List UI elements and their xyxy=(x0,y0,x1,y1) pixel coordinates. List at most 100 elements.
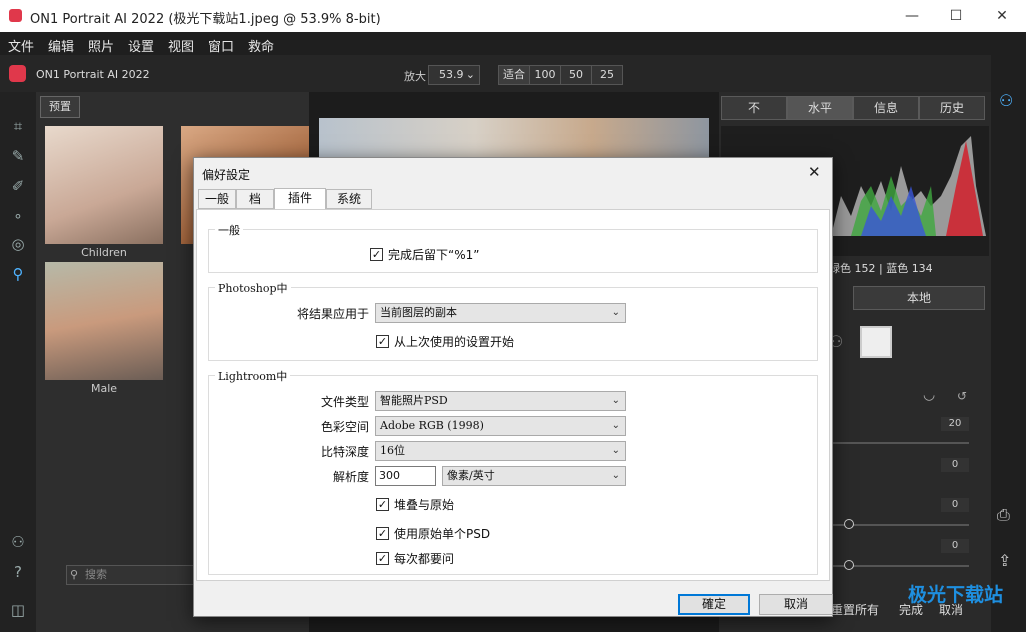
zoom-value: 53.9 xyxy=(439,68,464,81)
tab-system[interactable]: 系统 xyxy=(326,189,372,209)
print-icon[interactable]: ⎙ xyxy=(997,505,1010,525)
tab-none[interactable]: 不 xyxy=(721,96,787,120)
color-space-value: Adobe RGB (1998) xyxy=(380,419,484,432)
preset-thumbnail[interactable] xyxy=(45,126,163,244)
app-logo-icon xyxy=(9,9,22,22)
close-window-button[interactable]: ✕ xyxy=(988,4,1016,28)
start-last-label: 从上次使用的设置开始 xyxy=(394,335,515,349)
blemish-icon[interactable]: ∘ xyxy=(8,206,28,226)
zoom-50-button[interactable]: 50 xyxy=(560,65,592,85)
menu-view[interactable]: 视图 xyxy=(168,36,194,55)
menu-photo[interactable]: 照片 xyxy=(88,36,114,55)
photoshop-group-label: Photoshop中 xyxy=(215,280,291,296)
single-psd-checkbox[interactable]: ✓ xyxy=(376,527,389,540)
retouch-brush-icon[interactable]: ✐ xyxy=(8,176,28,196)
chevron-down-icon: ⌄ xyxy=(611,470,620,481)
tab-local[interactable]: 本地 xyxy=(853,286,985,310)
color-space-select[interactable]: Adobe RGB (1998) ⌄ xyxy=(375,416,626,436)
tab-levels[interactable]: 水平 xyxy=(787,96,853,120)
search-input[interactable]: 搜索 xyxy=(66,565,196,585)
lightroom-group-label: Lightroom中 xyxy=(215,368,291,384)
color-space-label: 色彩空间 xyxy=(321,420,370,434)
menu-settings[interactable]: 设置 xyxy=(128,36,154,55)
thumbnail-caption: Male xyxy=(90,382,118,395)
zoom-dropdown[interactable]: 53.9 ⌄ xyxy=(428,65,480,85)
chevron-down-icon: ⌄ xyxy=(611,395,620,406)
reset-all-button[interactable]: 重置所有 xyxy=(831,601,879,618)
face-tool-icon[interactable]: ⚲ xyxy=(8,264,28,284)
export-icon[interactable]: ⇪ xyxy=(998,551,1011,570)
bit-depth-label: 比特深度 xyxy=(321,445,370,459)
app-logo-icon xyxy=(9,65,26,82)
tab-general[interactable]: 一般 xyxy=(198,189,236,209)
zoom-fit-button[interactable]: 适合 xyxy=(498,65,530,85)
chevron-down-icon: ⌄ xyxy=(611,445,620,456)
title-bar: ON1 Portrait AI 2022 (极光下载站1.jpeg @ 53.9… xyxy=(0,0,1026,32)
chevron-down-icon: ⌄ xyxy=(611,307,620,318)
file-type-label: 文件类型 xyxy=(321,395,370,409)
single-psd-label: 使用原始单个PSD xyxy=(394,527,491,541)
slider-handle[interactable] xyxy=(844,519,854,529)
apply-to-select[interactable]: 当前图层的副本 ⌄ xyxy=(375,303,626,323)
resolution-unit-select[interactable]: 像素/英寸 ⌄ xyxy=(442,466,626,486)
tab-plugins[interactable]: 插件 xyxy=(274,188,326,210)
menu-bar: 文件 编辑 照片 设置 视图 窗口 救命 xyxy=(0,32,1026,55)
minimize-button[interactable]: — xyxy=(898,4,926,28)
user-account-icon[interactable]: ⚇ xyxy=(999,91,1013,110)
file-type-select[interactable]: 智能照片PSD ⌄ xyxy=(375,391,626,411)
slider-value[interactable]: 0 xyxy=(941,458,969,472)
slider-handle[interactable] xyxy=(844,560,854,570)
lips-icon: ◡ xyxy=(923,387,936,403)
ok-button[interactable]: 確定 xyxy=(678,594,750,615)
tab-info[interactable]: 信息 xyxy=(853,96,919,120)
resolution-label: 解析度 xyxy=(333,470,370,484)
menu-edit[interactable]: 编辑 xyxy=(48,36,74,55)
photo-preview xyxy=(319,118,709,158)
tab-history[interactable]: 历史 xyxy=(919,96,985,120)
slider-value[interactable]: 0 xyxy=(941,498,969,512)
slider-value[interactable]: 0 xyxy=(941,539,969,553)
maximize-button[interactable]: ☐ xyxy=(942,4,970,28)
close-icon[interactable]: ✕ xyxy=(808,163,821,181)
face-thumbnail[interactable] xyxy=(860,326,892,358)
apply-to-value: 当前图层的副本 xyxy=(380,306,457,319)
reset-icon[interactable]: ↺ xyxy=(957,389,967,403)
color-readout: 绿色 152 | 蓝色 134 xyxy=(829,262,933,275)
file-type-value: 智能照片PSD xyxy=(380,394,448,407)
top-toolbar: ON1 Portrait AI 2022 放大 53.9 ⌄ 适合 100 50 … xyxy=(0,55,1026,92)
dialog-title: 偏好設定 xyxy=(202,168,251,182)
zoom-25-button[interactable]: 25 xyxy=(591,65,623,85)
fingerprint-icon[interactable]: ◎ xyxy=(8,234,28,254)
slider-track[interactable] xyxy=(833,442,969,444)
panel-toggle-icon[interactable]: ◫ xyxy=(8,600,28,620)
preset-thumbnail[interactable] xyxy=(45,262,163,380)
menu-window[interactable]: 窗口 xyxy=(208,36,234,55)
zoom-label: 放大 xyxy=(404,70,426,83)
start-last-checkbox[interactable]: ✓ xyxy=(376,335,389,348)
ask-every-label: 每次都要问 xyxy=(394,552,455,566)
tab-files[interactable]: 档 xyxy=(236,189,274,209)
keep-after-checkbox[interactable]: ✓ xyxy=(370,248,383,261)
right-rail: ⚇ ⎙ ⇪ xyxy=(991,55,1026,632)
left-tool-rail: ⌗ ✎ ✐ ∘ ◎ ⚲ ⚇ ? ◫ xyxy=(0,92,36,632)
dialog-cancel-button[interactable]: 取消 xyxy=(759,594,833,615)
ask-every-checkbox[interactable]: ✓ xyxy=(376,552,389,565)
stack-checkbox[interactable]: ✓ xyxy=(376,498,389,511)
slider-value[interactable]: 20 xyxy=(941,417,969,431)
bit-depth-select[interactable]: 16位 ⌄ xyxy=(375,441,626,461)
chevron-down-icon: ⌄ xyxy=(465,68,475,81)
watermark-logo: 极光下载站 xyxy=(908,584,1004,606)
keep-after-label: 完成后留下“%1” xyxy=(388,248,480,262)
search-icon: ⚲ xyxy=(70,568,79,581)
help-icon[interactable]: ? xyxy=(8,562,28,582)
resolution-input[interactable]: 300 xyxy=(375,466,436,486)
crop-icon[interactable]: ⌗ xyxy=(8,116,28,136)
menu-help[interactable]: 救命 xyxy=(248,36,274,55)
menu-file[interactable]: 文件 xyxy=(8,36,34,55)
brush-icon[interactable]: ✎ xyxy=(8,146,28,166)
user-icon[interactable]: ⚇ xyxy=(8,532,28,552)
presets-button[interactable]: 预置 xyxy=(40,96,80,118)
apply-to-label: 将结果应用于 xyxy=(297,307,370,321)
general-group-label: 一般 xyxy=(215,222,243,238)
zoom-100-button[interactable]: 100 xyxy=(529,65,561,85)
